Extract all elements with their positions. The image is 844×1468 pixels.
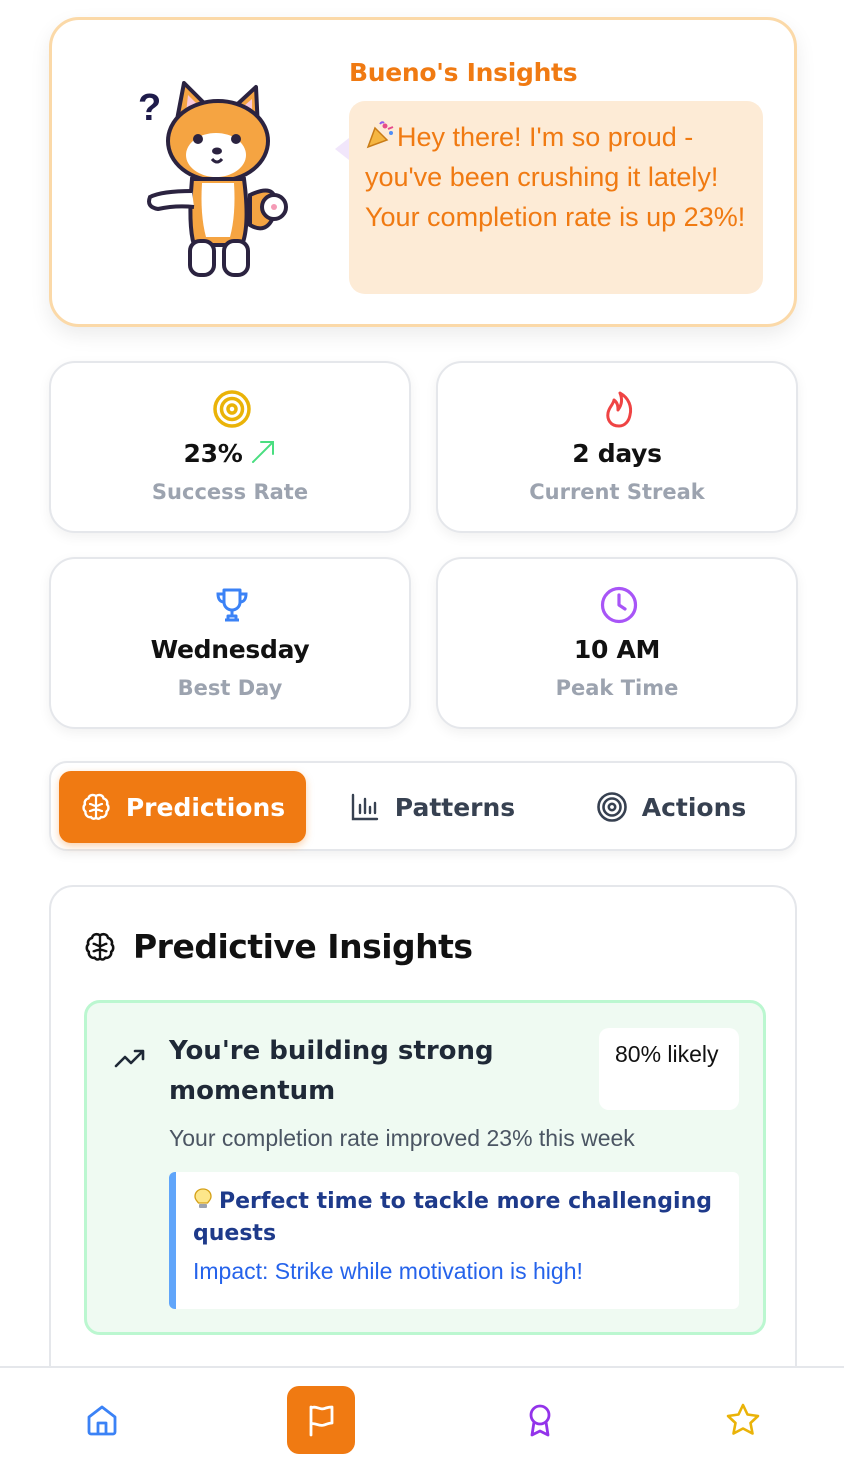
stat-value: Wednesday bbox=[150, 635, 310, 664]
brain-icon bbox=[82, 793, 110, 820]
nav-favorites[interactable] bbox=[709, 1386, 777, 1454]
stat-label: Peak Time bbox=[555, 676, 679, 700]
mascot-question-mark: ? bbox=[138, 87, 161, 129]
lightbulb-icon bbox=[194, 1188, 212, 1208]
insight-description: Your completion rate improved 23% this w… bbox=[169, 1125, 635, 1151]
tip-impact: Impact: Strike while motivation is high! bbox=[193, 1258, 583, 1284]
award-icon bbox=[529, 1404, 551, 1437]
flag-icon bbox=[309, 1405, 334, 1437]
flame-icon bbox=[606, 391, 633, 428]
stat-card-best-day: Wednesday Best Day bbox=[49, 557, 411, 729]
stat-label: Best Day bbox=[177, 676, 283, 700]
bueno-insights-card: ? Bueno's Insights Hey there! I'm so pro… bbox=[49, 17, 797, 327]
stat-value: 2 days bbox=[572, 439, 662, 468]
likelihood-badge: 80% likely bbox=[599, 1028, 739, 1110]
bar-chart-icon bbox=[351, 793, 378, 821]
stat-value: 10 AM bbox=[573, 635, 661, 664]
brain-icon bbox=[85, 932, 115, 961]
clock-icon bbox=[600, 586, 638, 624]
tip-title: Perfect time to tackle more challenging … bbox=[193, 1188, 712, 1246]
nav-home[interactable] bbox=[68, 1386, 136, 1454]
tab-label: Predictions bbox=[125, 792, 286, 822]
stat-label: Success Rate bbox=[151, 480, 309, 504]
tab-predictions[interactable]: Predictions bbox=[59, 771, 306, 843]
shiba-mascot-illustration: ? bbox=[138, 81, 288, 277]
target-icon bbox=[596, 792, 627, 822]
trophy-icon bbox=[216, 588, 248, 622]
trending-up-icon bbox=[114, 1049, 145, 1068]
bueno-insights-title: Bueno's Insights bbox=[349, 58, 578, 87]
insight-title: You're building strong momentum bbox=[169, 1036, 494, 1106]
bottom-navigation bbox=[0, 1366, 844, 1468]
stat-card-peak-time: 10 AM Peak Time bbox=[436, 557, 798, 729]
bueno-message: Hey there! I'm so proud - you've been cr… bbox=[365, 122, 746, 232]
star-icon bbox=[726, 1403, 760, 1435]
trending-up-arrow-icon bbox=[252, 441, 275, 463]
nav-quests[interactable] bbox=[287, 1386, 355, 1454]
nav-achievements[interactable] bbox=[506, 1386, 574, 1454]
tab-patterns[interactable]: Patterns bbox=[332, 771, 532, 843]
tab-label: Patterns bbox=[394, 792, 516, 822]
home-icon bbox=[87, 1405, 117, 1436]
stat-card-success-rate: 23% Success Rate bbox=[49, 361, 411, 533]
insight-card: You're building strong momentum 80% like… bbox=[84, 1000, 766, 1335]
speech-bubble-tail bbox=[335, 138, 349, 160]
insight-tabs: Predictions Patterns Actions bbox=[49, 761, 797, 851]
panel-title: Predictive Insights bbox=[83, 927, 473, 966]
bueno-speech-bubble: Hey there! I'm so proud - you've been cr… bbox=[349, 101, 763, 294]
panel-title-text: Predictive Insights bbox=[133, 927, 473, 966]
party-popper-icon bbox=[366, 121, 394, 149]
tab-label: Actions bbox=[641, 792, 747, 822]
tab-actions[interactable]: Actions bbox=[581, 771, 761, 843]
stat-value: 23% bbox=[51, 439, 409, 468]
stat-label: Current Streak bbox=[529, 480, 705, 504]
stat-card-current-streak: 2 days Current Streak bbox=[436, 361, 798, 533]
insight-tip: Perfect time to tackle more challenging … bbox=[169, 1172, 739, 1309]
target-icon bbox=[213, 390, 251, 428]
